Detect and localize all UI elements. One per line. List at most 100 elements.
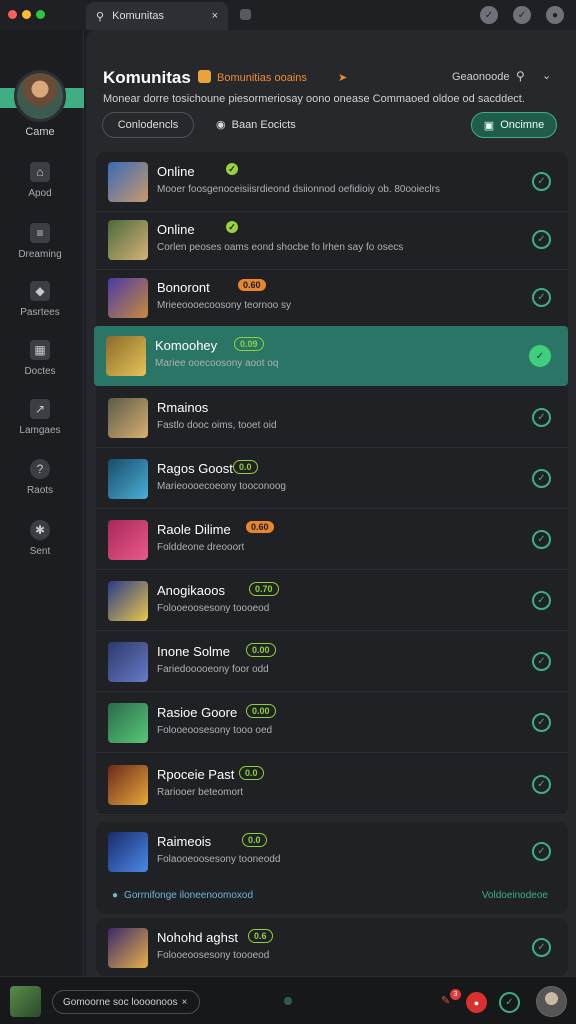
list-item[interactable]: Ragos Goost 0.0 Marieoooecoeony tooconoog ✓	[96, 449, 568, 509]
settings-icon: ✱	[30, 520, 50, 540]
minimize-window-button[interactable]	[22, 10, 31, 19]
list-item[interactable]: Komoohey 0.09 Mariee ooecoosony aoot oq ✓	[94, 326, 568, 386]
community-name: Online	[157, 222, 195, 237]
list-item[interactable]: Raimeois 0.0 Folaooeoosesony tooneodd ✓	[96, 822, 568, 882]
status-badge: ✓	[226, 163, 238, 175]
header-right-label[interactable]: Geaonoode	[452, 71, 510, 83]
check-icon[interactable]: ✓	[532, 938, 551, 957]
microphone-icon[interactable]: ✎	[441, 994, 450, 1007]
help-icon: ?	[30, 459, 50, 479]
maximize-window-button[interactable]	[36, 10, 45, 19]
community-thumbnail	[108, 765, 148, 805]
community-description: Folaooeoosesony tooneodd	[157, 854, 281, 865]
filter-button[interactable]: Conlodencls	[102, 112, 194, 138]
notification-badge: 3	[450, 989, 461, 1000]
list-item[interactable]: Online ✓ Mooer foosgenoceisiisrdieond dsii…	[96, 152, 568, 212]
sidebar-item-doctes[interactable]: ▦ Doctes	[0, 340, 80, 390]
community-description: Mrieeoooecoosony teornoo sy	[157, 300, 291, 311]
list-item[interactable]: Nohohd aghst 0.6 Folooeoosesony toooeod …	[96, 918, 568, 978]
sidebar-item-lamgaes[interactable]: ↗ Lamgaes	[0, 399, 80, 449]
community-thumbnail	[108, 398, 148, 438]
online-button-label: Oncimne	[500, 119, 545, 131]
check-icon[interactable]: ✓	[532, 530, 551, 549]
online-icon: ▣	[483, 119, 495, 132]
check-icon[interactable]: ✓	[532, 842, 551, 861]
community-thumbnail	[108, 928, 148, 968]
community-name: Rpoceie Past	[157, 767, 235, 782]
page-subtitle[interactable]: Bomunitias ooains	[217, 72, 307, 84]
community-description: Rariooer beteomort	[157, 787, 244, 798]
check-icon[interactable]: ✓	[532, 288, 551, 307]
footer-action[interactable]: Voldoeinodeoe	[482, 890, 548, 901]
check-icon[interactable]: ✓	[499, 992, 520, 1013]
check-icon[interactable]: ✓	[532, 172, 551, 191]
back-icon[interactable]: ✓	[480, 6, 498, 24]
sidebar-item-pasrtees[interactable]: ◆ Pasrtees	[0, 281, 80, 331]
status-badge: 0.0	[242, 833, 267, 847]
window-controls	[8, 10, 45, 19]
title-bar: ⚲ Komunitas × ✓ ✓ ●	[0, 0, 576, 30]
search-icon[interactable]: ⚲	[516, 69, 525, 83]
check-icon[interactable]: ✓	[532, 652, 551, 671]
list-item[interactable]: Bonoront 0.60 Mrieeoooecoosony teornoo sy ✓	[96, 268, 568, 328]
community-name: Inone Solme	[157, 644, 230, 659]
status-badge: 0.0	[239, 766, 264, 780]
sidebar-item-label: Apod	[28, 188, 52, 199]
community-description: Folooeoosesony toooeod	[157, 950, 270, 961]
sidebar-item-sent[interactable]: ✱ Sent	[0, 520, 80, 570]
location-filter[interactable]: ◉ Baan Eocicts	[216, 118, 296, 132]
list-item[interactable]: Raole Dilime 0.60 Folddeone dreooort ✓	[96, 510, 568, 570]
community-name: Online	[157, 164, 195, 179]
location-label: Baan Eocicts	[231, 118, 296, 131]
menu-icon[interactable]: ●	[546, 6, 564, 24]
game-avatar[interactable]	[10, 986, 41, 1017]
check-icon[interactable]: ✓	[529, 345, 551, 367]
lock-icon	[198, 70, 211, 83]
browser-tab[interactable]: ⚲ Komunitas ×	[86, 2, 228, 30]
tag-icon: ◆	[30, 281, 50, 301]
community-thumbnail	[108, 703, 148, 743]
sidebar-item-apod[interactable]: ⌂ Apod	[0, 162, 80, 212]
record-icon[interactable]: ●	[466, 992, 487, 1013]
footer-link[interactable]: ● Gorrnifonge iloneenoomoxod	[112, 890, 253, 901]
check-icon[interactable]: ✓	[532, 408, 551, 427]
chart-icon: ↗	[30, 399, 50, 419]
list-item[interactable]: Rpoceie Past 0.0 Rariooer beteomort ✓	[96, 755, 568, 815]
check-icon[interactable]: ✓	[532, 591, 551, 610]
community-description: Mariee ooecoosony aoot oq	[155, 358, 279, 369]
profile-avatar[interactable]	[14, 70, 66, 122]
status-badge: 0.6	[248, 929, 273, 943]
online-button[interactable]: ▣ Oncimne	[471, 112, 557, 138]
close-window-button[interactable]	[8, 10, 17, 19]
list-item[interactable]: Online ✓ Corlen peoses oams eond shocbe fo…	[96, 210, 568, 270]
community-description: Folooeoosesony tooo oed	[157, 725, 273, 736]
community-thumbnail	[108, 581, 148, 621]
check-icon[interactable]: ✓	[532, 230, 551, 249]
check-icon[interactable]: ✓	[532, 469, 551, 488]
search-icon: ⚲	[96, 10, 105, 23]
check-icon[interactable]: ✓	[532, 713, 551, 732]
community-name: Rmainos	[157, 400, 209, 415]
list-item[interactable]: Inone Solme 0.00 Fariedooooeony foor odd ✓	[96, 632, 568, 692]
community-name: Ragos Goost	[157, 461, 233, 476]
list-item[interactable]: Rmainos Fastlo dooc oims, tooet oid ✓	[96, 388, 568, 448]
status-badge: 0.60	[238, 279, 266, 291]
new-tab-button[interactable]	[240, 9, 251, 20]
list-item[interactable]: Anogikaoos 0.70 Folooeoosesony toooeod ✓	[96, 571, 568, 631]
sidebar-item-raots[interactable]: ? Raots	[0, 459, 80, 509]
close-icon[interactable]: ×	[212, 10, 218, 22]
community-description: Marieoooecoeony tooconoog	[157, 481, 286, 492]
sidebar-item-dreaming[interactable]: ≡ Dreaming	[0, 223, 80, 273]
community-name: Rasioe Goore	[157, 705, 238, 720]
info-icon: ●	[112, 890, 119, 901]
list-item[interactable]: Rasioe Goore 0.00 Folooeoosesony tooo oed ✓	[96, 693, 568, 753]
forward-icon[interactable]: ✓	[513, 6, 531, 24]
home-icon: ⌂	[30, 162, 50, 182]
message-input[interactable]: Gomoorne soc loooonoos ×	[52, 990, 200, 1014]
check-icon[interactable]: ✓	[532, 775, 551, 794]
community-name: Bonoront	[157, 280, 210, 295]
user-avatar[interactable]	[536, 986, 567, 1017]
close-icon[interactable]: ×	[182, 997, 188, 1008]
chevron-down-icon[interactable]: ⌄	[542, 69, 551, 82]
community-thumbnail	[108, 832, 148, 872]
